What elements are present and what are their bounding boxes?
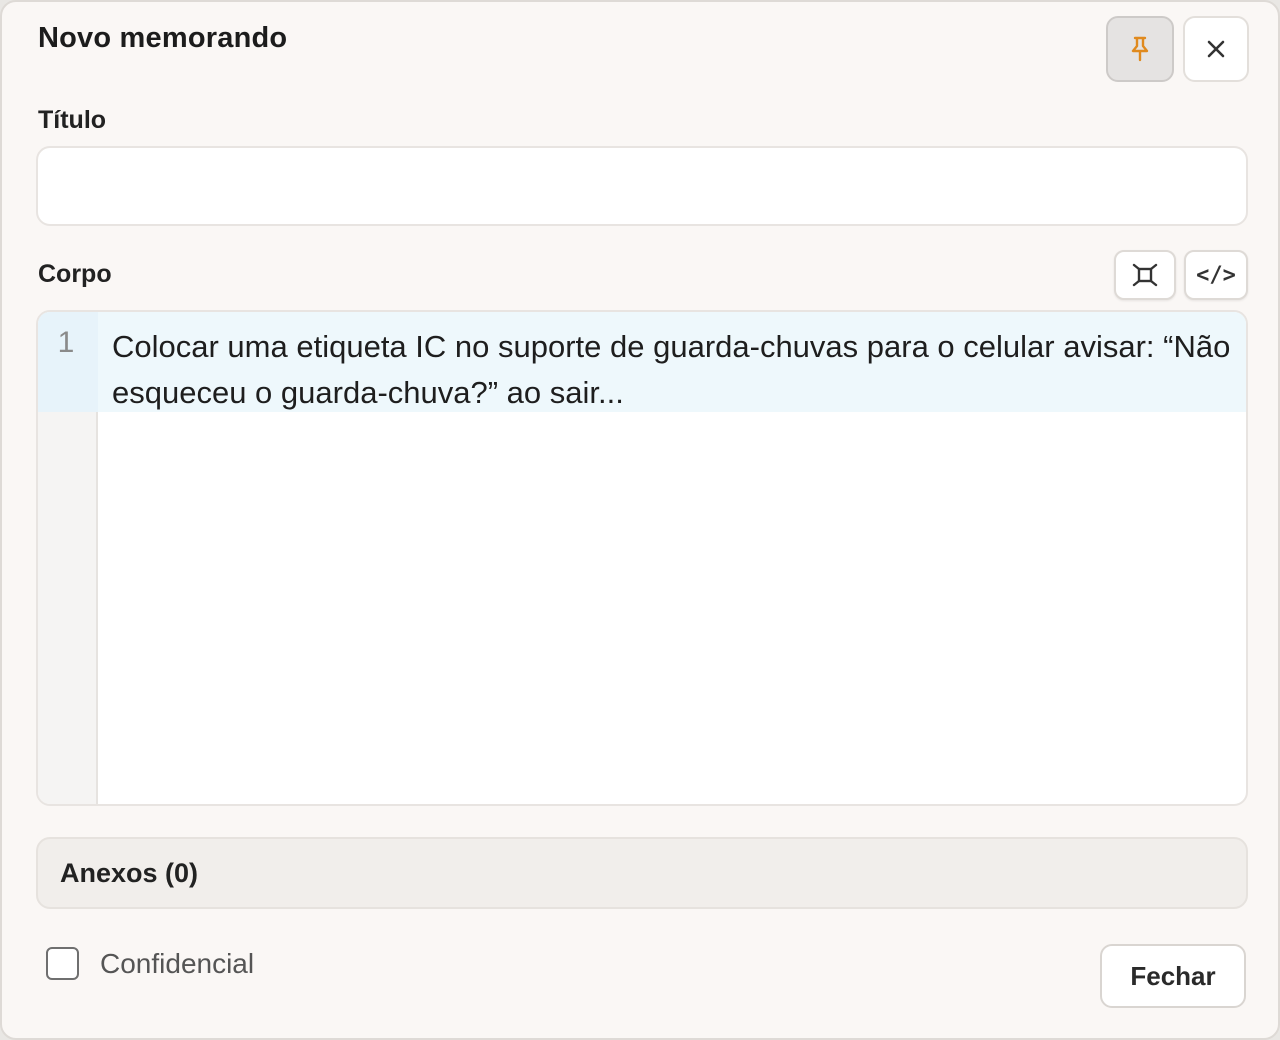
line-number-gutter: 1 — [38, 312, 98, 804]
title-input[interactable] — [36, 146, 1248, 226]
attachments-section[interactable]: Anexos (0) — [36, 837, 1248, 909]
confidential-label[interactable]: Confidencial — [100, 948, 254, 980]
expand-icon — [1132, 263, 1158, 287]
expand-editor-button[interactable] — [1114, 250, 1176, 300]
body-editor[interactable]: 1 Colocar uma etiqueta IC no suporte de … — [36, 310, 1248, 806]
close-button[interactable]: Fechar — [1100, 944, 1246, 1008]
pin-button[interactable] — [1106, 16, 1174, 82]
close-icon — [1207, 40, 1225, 58]
attachments-label: Anexos (0) — [60, 857, 199, 888]
memo-dialog: Novo memorando Título Corpo </> 1 Coloca… — [0, 0, 1280, 1040]
close-dialog-button[interactable] — [1183, 16, 1249, 82]
body-label: Corpo — [38, 260, 112, 288]
confidential-checkbox[interactable] — [46, 947, 79, 980]
title-label: Título — [38, 106, 107, 134]
line-number: 1 — [57, 326, 75, 359]
pin-icon — [1131, 36, 1149, 62]
editor-line[interactable]: Colocar uma etiqueta IC no suporte de gu… — [112, 324, 1232, 416]
dialog-title: Novo memorando — [38, 22, 288, 54]
code-view-button[interactable]: </> — [1184, 250, 1248, 300]
